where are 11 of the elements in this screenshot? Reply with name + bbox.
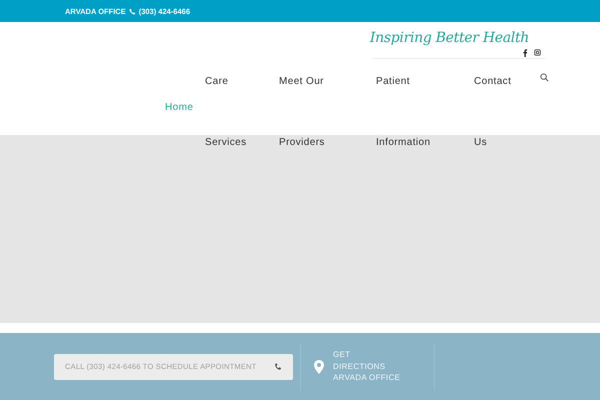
tagline: Inspiring Better Health [370, 30, 529, 46]
search-icon[interactable] [540, 73, 549, 82]
instagram-icon[interactable] [534, 49, 541, 56]
map-pin-icon [314, 360, 324, 374]
nav-link[interactable]: Patient Information [376, 51, 430, 173]
nav-link[interactable]: Meet Our Providers [279, 51, 325, 173]
nav-link[interactable]: Care Services [205, 51, 247, 173]
phone-icon [128, 8, 136, 14]
phone-icon [274, 362, 282, 371]
nav-link[interactable]: Contact Us [474, 51, 512, 173]
facebook-icon[interactable] [522, 49, 528, 57]
